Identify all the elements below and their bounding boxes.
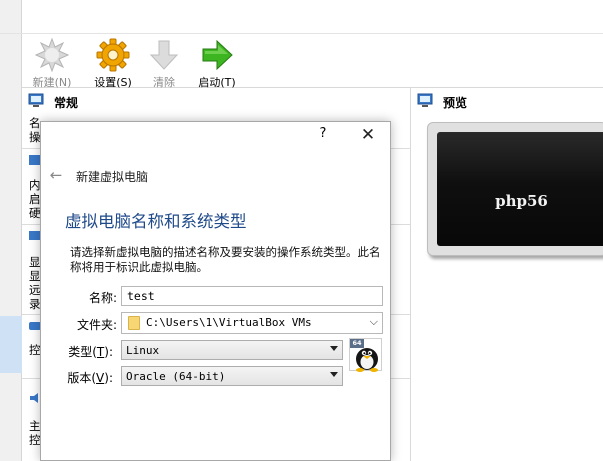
detail-fragment: 远 xyxy=(29,283,41,297)
folder-label: 文件夹: xyxy=(76,318,117,332)
type-label: 类型(T): xyxy=(41,343,113,360)
type-value: Linux xyxy=(126,344,160,357)
vm-preview-thumbnail: php56 xyxy=(427,122,603,256)
vm-list-selected-item[interactable] xyxy=(0,316,22,373)
start-button[interactable]: 启动(T) xyxy=(192,36,242,89)
gear-icon xyxy=(96,38,130,72)
dialog-heading: 虚拟电脑名称和系统类型 xyxy=(65,212,247,231)
main-toolbar: 新建(N) 设置(S) 清除 启动(T) ▼ xyxy=(22,34,603,100)
help-button[interactable]: ? xyxy=(312,126,334,146)
vm-list-strip[interactable] xyxy=(0,0,22,461)
close-button[interactable]: ✕ xyxy=(355,125,381,147)
general-section-header[interactable]: 常规 xyxy=(22,88,410,114)
version-label-suffix: ): xyxy=(104,371,113,385)
type-select[interactable]: Linux xyxy=(121,340,343,360)
detail-fragment: 控 xyxy=(29,343,41,357)
version-select[interactable]: Oracle (64-bit) xyxy=(121,366,343,386)
version-label: 版本(V): xyxy=(41,369,113,386)
dialog-breadcrumb: 新建虚拟电脑 xyxy=(76,170,149,184)
name-label: 名称: xyxy=(88,291,117,305)
monitor-icon xyxy=(417,93,433,107)
settings-button[interactable]: 设置(S) xyxy=(88,36,138,89)
detail-fragment: 控 xyxy=(29,433,41,447)
vm-preview-screen: php56 xyxy=(437,132,603,246)
chevron-down-icon: ⌵ xyxy=(369,315,378,328)
version-value: Oracle (64-bit) xyxy=(126,370,226,383)
detail-fragment: 内 xyxy=(29,178,41,192)
preview-pane: 预览 php56 xyxy=(410,88,603,461)
monitor-icon xyxy=(28,93,44,107)
detail-fragment: 操 xyxy=(29,130,41,144)
general-section-title: 常规 xyxy=(54,96,79,110)
preview-section-title: 预览 xyxy=(443,96,468,110)
folder-select[interactable]: C:\Users\1\VirtualBox VMs ⌵ xyxy=(121,312,383,334)
detail-fragment: 显 xyxy=(29,269,41,283)
version-label-text: 版本( xyxy=(67,371,97,385)
vm-preview-name: php56 xyxy=(495,192,548,210)
folder-icon xyxy=(128,316,140,330)
chevron-down-icon xyxy=(330,372,338,377)
preview-section-header[interactable]: 预览 xyxy=(411,88,603,114)
close-icon: ✕ xyxy=(360,125,376,145)
os-bits-badge: 64 xyxy=(350,339,364,348)
back-arrow-icon[interactable]: ← xyxy=(47,166,65,184)
folder-value: C:\Users\1\VirtualBox VMs xyxy=(146,316,312,329)
detail-fragment: 名 xyxy=(29,116,41,130)
type-label-suffix: ): xyxy=(104,345,113,359)
chevron-down-icon xyxy=(330,346,338,351)
detail-fragment: 启 xyxy=(29,192,41,206)
new-vm-dialog: ? ✕ ← 新建虚拟电脑 虚拟电脑名称和系统类型 请选择新虚拟电脑的描述名称及要… xyxy=(40,121,391,461)
new-starburst-icon xyxy=(35,38,69,72)
os-type-icon: 64 xyxy=(349,338,382,372)
detail-fragment: 硬 xyxy=(29,206,41,220)
name-input[interactable]: test xyxy=(121,286,383,306)
discard-arrow-down-icon xyxy=(149,40,179,70)
new-button[interactable]: 新建(N) xyxy=(27,36,77,89)
detail-fragment: 显 xyxy=(29,255,41,269)
dialog-description: 请选择新虚拟电脑的描述名称及要安装的操作系统类型。此名称将用于标识此虚拟电脑。 xyxy=(70,245,381,274)
detail-fragment: 主 xyxy=(29,419,41,433)
detail-fragment: 录 xyxy=(29,297,41,311)
discard-button[interactable]: 清除 xyxy=(139,36,189,89)
start-arrow-icon xyxy=(202,39,233,71)
type-label-text: 类型( xyxy=(68,345,97,359)
